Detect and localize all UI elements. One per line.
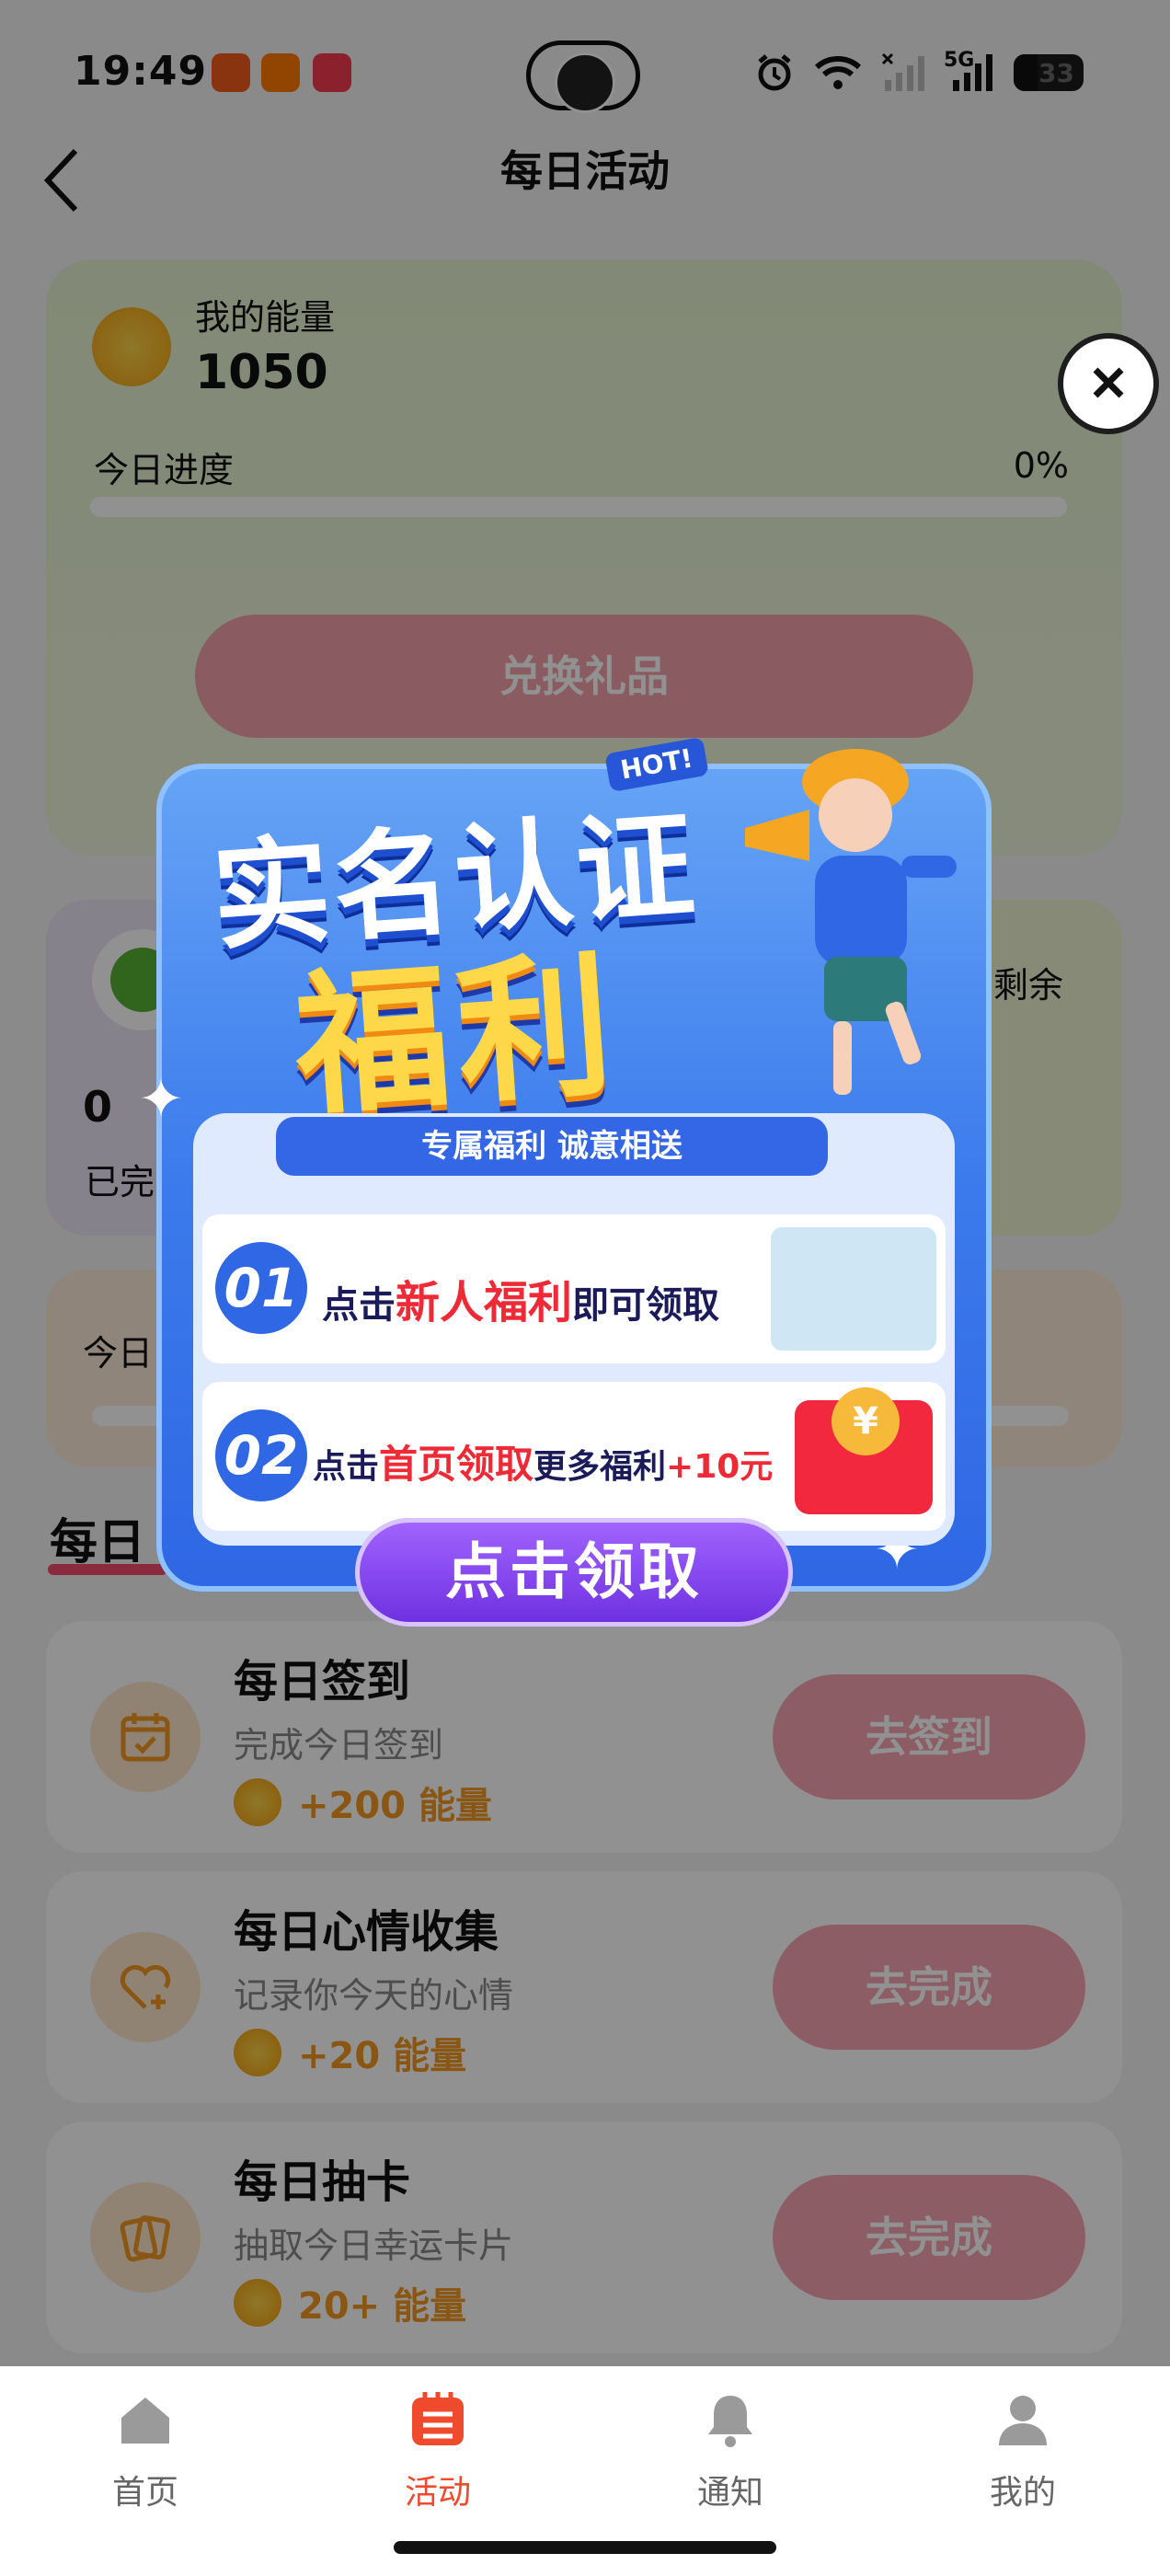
row-text-bonus: +10元 xyxy=(666,1448,774,1486)
row-text: 点击首页领取更多福利+10元 xyxy=(313,1433,773,1489)
row-text-post: 即可领取 xyxy=(572,1284,720,1327)
row-text: 点击新人福利即可领取 xyxy=(322,1266,719,1330)
claim-button[interactable]: 点击领取 xyxy=(355,1518,793,1627)
row-number: 01 xyxy=(215,1242,307,1334)
row-text-post: 更多福利 xyxy=(533,1448,667,1486)
tab-notify[interactable]: 通知 xyxy=(657,2390,804,2513)
benefit-row-2: 02 点击首页领取更多福利+10元 ¥ xyxy=(202,1382,946,1531)
home-indicator xyxy=(394,2541,776,2554)
row-text-pre: 点击 xyxy=(313,1448,380,1486)
red-packet-icon: ¥ xyxy=(795,1387,933,1514)
home-icon xyxy=(121,2398,169,2444)
tab-label: 通知 xyxy=(696,2474,763,2512)
yuan-coin-icon: ¥ xyxy=(832,1387,900,1455)
tissue-product-image xyxy=(771,1227,936,1351)
row-number: 02 xyxy=(215,1409,307,1501)
row-text-highlight: 新人福利 xyxy=(396,1277,573,1328)
tab-label: 首页 xyxy=(111,2474,178,2512)
tab-home[interactable]: 首页 xyxy=(72,2390,219,2513)
close-popup-button[interactable] xyxy=(1058,333,1159,434)
real-name-popup[interactable]: HOT! 实名认证 福利 ✦ ✦ ✦ 专属福利 诚意相送 01 点击新人福利即可… xyxy=(138,727,992,1627)
popup-headline-benefit: 福利 xyxy=(289,934,625,1138)
tab-activity[interactable]: 活动 xyxy=(364,2390,511,2513)
row-text-highlight: 首页领取 xyxy=(379,1442,534,1487)
popup-subtitle: 专属福利 诚意相送 xyxy=(276,1117,828,1176)
sparkle-icon: ✦ xyxy=(138,1067,185,1132)
mascot-megaphone-illustration xyxy=(745,749,957,1095)
user-icon xyxy=(999,2396,1047,2445)
tab-mine[interactable]: 我的 xyxy=(949,2390,1096,2513)
calendar-list-icon xyxy=(412,2392,464,2445)
tab-label: 我的 xyxy=(989,2474,1056,2512)
benefit-row-1: 01 点击新人福利即可领取 xyxy=(202,1214,946,1363)
bell-icon xyxy=(708,2396,752,2447)
close-icon xyxy=(1093,367,1124,398)
tab-label: 活动 xyxy=(404,2474,471,2512)
row-text-pre: 点击 xyxy=(322,1284,396,1327)
